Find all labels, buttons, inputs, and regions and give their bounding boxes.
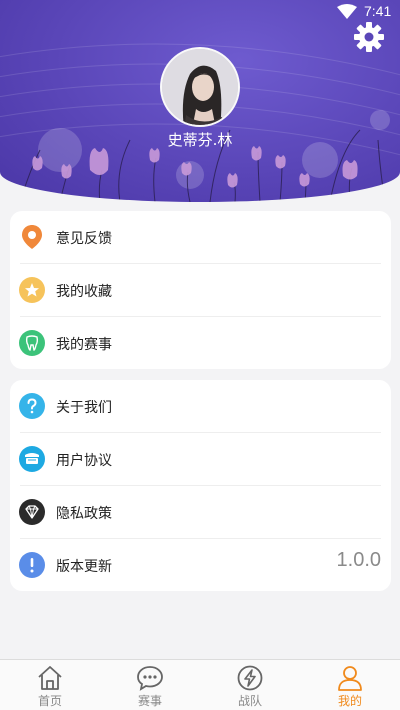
status-bar: 7:41: [0, 0, 400, 24]
menu-item-label: 用户协议: [56, 453, 112, 469]
diamond-icon: [19, 499, 45, 525]
menu-item-my-events[interactable]: 我的赛事: [10, 317, 391, 370]
tab-home[interactable]: 首页: [0, 660, 100, 710]
home-icon: [38, 666, 62, 690]
menu-item-version-update[interactable]: 版本更新 1.0.0: [10, 539, 391, 592]
tab-events[interactable]: 赛事: [100, 660, 200, 710]
tab-mine[interactable]: 我的: [300, 660, 400, 710]
menu-card-info: 关于我们 用户协议 隐私政策 版本更新 1.0.0: [10, 380, 391, 591]
tooth-icon: [19, 330, 45, 356]
question-icon: [19, 393, 45, 419]
chat-bubble-icon: [137, 666, 163, 691]
wifi-icon: [337, 4, 357, 19]
menu-item-label: 我的收藏: [56, 284, 112, 300]
tab-team[interactable]: 战队: [200, 660, 300, 710]
agreement-icon: [19, 446, 45, 472]
menu-item-about-us[interactable]: 关于我们: [10, 380, 391, 433]
exclamation-icon: [19, 552, 45, 578]
menu-item-label: 关于我们: [56, 400, 112, 416]
tab-label: 我的: [337, 694, 362, 708]
lightning-icon: [237, 665, 263, 691]
tab-label: 战队: [237, 694, 262, 708]
menu-item-user-agreement[interactable]: 用户协议: [10, 433, 391, 486]
location-pin-icon: [22, 225, 42, 249]
avatar[interactable]: [160, 47, 240, 127]
gear-icon: [354, 22, 384, 52]
menu-item-privacy-policy[interactable]: 隐私政策: [10, 486, 391, 539]
menu-item-label: 隐私政策: [56, 506, 112, 522]
username: 史蒂芬.林: [167, 131, 233, 149]
person-icon: [338, 666, 362, 691]
menu-item-favorites[interactable]: 我的收藏: [10, 264, 391, 317]
menu-card-personal: 意见反馈 我的收藏 我的赛事: [10, 211, 391, 369]
tab-label: 首页: [37, 694, 62, 708]
version-number: 1.0.0: [336, 549, 381, 571]
menu-item-feedback[interactable]: 意见反馈: [10, 211, 391, 264]
settings-button[interactable]: [352, 20, 386, 54]
menu-item-label: 我的赛事: [56, 337, 112, 353]
bottom-tab-bar: 首页 赛事 战队 我的: [0, 659, 400, 710]
status-time: 7:41: [364, 3, 392, 19]
tab-label: 赛事: [137, 694, 162, 708]
menu-item-label: 版本更新: [56, 559, 112, 575]
star-icon: [19, 277, 45, 303]
menu-item-label: 意见反馈: [56, 231, 112, 247]
